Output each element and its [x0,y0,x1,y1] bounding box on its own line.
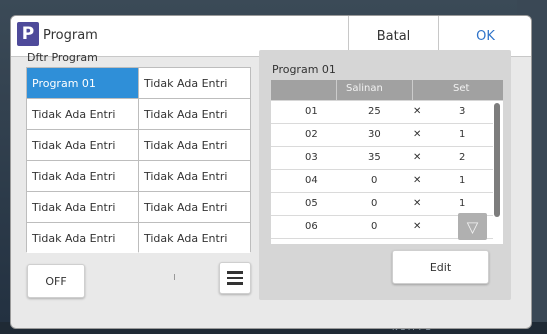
row-copies: 0 [371,198,378,209]
multiply-icon: ✕ [413,198,422,209]
table-row[interactable]: 01 25 ✕ 3 [271,101,493,124]
program-logo-icon: P [17,22,39,46]
program-item-04[interactable]: Tidak Ada Entri [139,99,250,129]
row-copies: 0 [371,175,378,186]
row-sets: 2 [459,152,466,163]
multiply-icon: ✕ [413,221,422,232]
menu-button[interactable] [219,262,251,294]
program-item-02[interactable]: Tidak Ada Entri [139,68,250,98]
program-item-06[interactable]: Tidak Ada Entri [139,130,250,160]
row-number: 02 [305,129,318,140]
row-copies: 25 [368,106,381,117]
multiply-icon: ✕ [413,152,422,163]
column-copies: Salinan [346,83,383,94]
program-item-01[interactable]: Program 01 [27,68,138,98]
scrollbar-thumb[interactable] [494,103,500,217]
row-sets: 1 [459,129,466,140]
row-number: 04 [305,175,318,186]
program-item-07[interactable]: Tidak Ada Entri [27,161,138,191]
row-sets: 3 [459,106,466,117]
program-item-08[interactable]: Tidak Ada Entri [139,161,250,191]
program-item-11[interactable]: Tidak Ada Entri [27,223,138,253]
program-item-10[interactable]: Tidak Ada Entri [139,192,250,222]
page-indicator [174,274,175,280]
dialog-title: Program [43,28,98,43]
program-item-03[interactable]: Tidak Ada Entri [27,99,138,129]
table-row[interactable]: 04 0 ✕ 1 [271,170,493,193]
column-sets: Set [453,83,470,94]
off-button[interactable]: OFF [27,264,85,298]
program-list-grid: Program 01 Tidak Ada Entri Tidak Ada Ent… [26,67,251,253]
row-number: 06 [305,221,318,232]
program-detail-title: Program 01 [272,63,336,76]
row-number: 05 [305,198,318,209]
multiply-icon: ✕ [413,175,422,186]
table-row[interactable]: 02 30 ✕ 1 [271,124,493,147]
row-sets: 1 [459,198,466,209]
row-copies: 35 [368,152,381,163]
scroll-down-icon[interactable]: ▽ [458,213,487,240]
multiply-icon: ✕ [413,129,422,140]
row-copies: 0 [371,221,378,232]
row-number: 03 [305,152,318,163]
multiply-icon: ✕ [413,106,422,117]
program-list-label: Dftr Program [27,51,98,64]
row-sets: 1 [459,175,466,186]
program-item-09[interactable]: Tidak Ada Entri [27,192,138,222]
program-item-12[interactable]: Tidak Ada Entri [139,223,250,253]
table-row[interactable]: 03 35 ✕ 2 [271,147,493,170]
row-copies: 30 [368,129,381,140]
menu-icon [227,271,243,274]
program-item-05[interactable]: Tidak Ada Entri [27,130,138,160]
edit-button[interactable]: Edit [392,250,489,284]
row-number: 01 [305,106,318,117]
table-header: Salinan Set [271,80,503,100]
